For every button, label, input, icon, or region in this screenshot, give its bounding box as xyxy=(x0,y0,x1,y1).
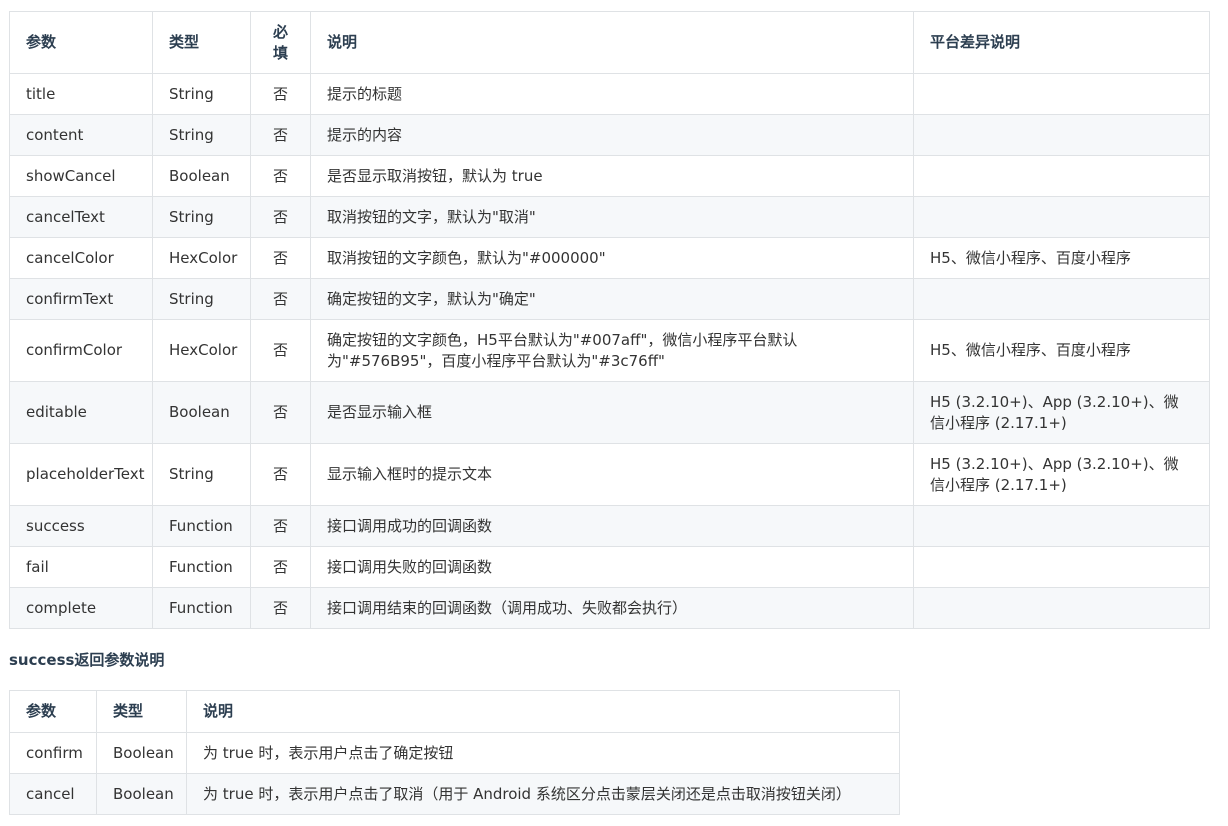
param-type-cell: Boolean xyxy=(152,155,251,197)
table-row: editable Boolean 否是否显示输入框 H5 (3.2.10+)、App … xyxy=(9,381,1210,444)
param-type-cell: Boolean xyxy=(152,381,251,444)
param-required-cell: 否 xyxy=(250,505,311,547)
param-platform-cell: H5 (3.2.10+)、App (3.2.10+)、微信小程序 (2.17.1… xyxy=(913,443,1210,506)
param-name-cell: fail xyxy=(9,546,153,588)
param-platform-cell xyxy=(913,278,1210,320)
param-type-cell: String xyxy=(152,443,251,506)
param-name-cell: cancelColor xyxy=(9,237,153,279)
param-desc-cell: 接口调用失败的回调函数 xyxy=(310,546,914,588)
param-name-cell: confirmText xyxy=(9,278,153,320)
param-desc-cell: 接口调用成功的回调函数 xyxy=(310,505,914,547)
param-platform-cell: H5、微信小程序、百度小程序 xyxy=(913,319,1210,382)
param-platform-cell: H5 (3.2.10+)、App (3.2.10+)、微信小程序 (2.17.1… xyxy=(913,381,1210,444)
param-platform-cell xyxy=(913,587,1210,629)
param-platform-cell xyxy=(913,546,1210,588)
param-desc-cell: 取消按钮的文字，默认为"取消" xyxy=(310,196,914,238)
table-row: cancelText String 否取消按钮的文字，默认为"取消" xyxy=(9,196,1210,238)
param-required-cell: 否 xyxy=(250,278,311,320)
param-desc-cell: 是否显示取消按钮，默认为 true xyxy=(310,155,914,197)
param-required-cell: 否 xyxy=(250,73,311,115)
param-type-cell: String xyxy=(152,196,251,238)
param-desc-cell: 为 true 时，表示用户点击了确定按钮 xyxy=(186,732,900,774)
param-name-cell: confirm xyxy=(9,732,97,774)
param-platform-cell xyxy=(913,155,1210,197)
table-row: confirmColor HexColor 否确定按钮的文字颜色，H5平台默认为"#… xyxy=(9,319,1210,382)
header-cell: 说明 xyxy=(310,11,914,74)
param-required-cell: 否 xyxy=(250,319,311,382)
param-required-cell: 否 xyxy=(250,155,311,197)
params-table: 参数 类型 必 填 说明 平台差异说明 title String 否提示的标题 con… xyxy=(9,11,1210,629)
param-desc-cell: 提示的内容 xyxy=(310,114,914,156)
header-cell: 参数 xyxy=(9,690,97,733)
table-row: title String 否提示的标题 xyxy=(9,73,1210,115)
table-row: content String 否提示的内容 xyxy=(9,114,1210,156)
table-row: confirm Boolean 为 true 时，表示用户点击了确定按钮 xyxy=(9,732,900,774)
param-name-cell: editable xyxy=(9,381,153,444)
param-required-cell: 否 xyxy=(250,443,311,506)
param-type-cell: HexColor xyxy=(152,237,251,279)
param-type-cell: String xyxy=(152,278,251,320)
param-desc-cell: 显示输入框时的提示文本 xyxy=(310,443,914,506)
param-name-cell: success xyxy=(9,505,153,547)
table-row: cancel Boolean 为 true 时，表示用户点击了取消（用于 Andro… xyxy=(9,773,900,815)
header-cell: 类型 xyxy=(96,690,187,733)
param-platform-cell xyxy=(913,73,1210,115)
header-cell: 参数 xyxy=(9,11,153,74)
param-required-cell: 否 xyxy=(250,587,311,629)
param-type-cell: Boolean xyxy=(96,773,187,815)
param-desc-cell: 为 true 时，表示用户点击了取消（用于 Android 系统区分点击蒙层关闭… xyxy=(186,773,900,815)
table-row: fail Function 否接口调用失败的回调函数 xyxy=(9,546,1210,588)
param-desc-cell: 确定按钮的文字，默认为"确定" xyxy=(310,278,914,320)
param-platform-cell xyxy=(913,196,1210,238)
param-name-cell: cancelText xyxy=(9,196,153,238)
param-required-cell: 否 xyxy=(250,114,311,156)
param-desc-cell: 确定按钮的文字颜色，H5平台默认为"#007aff"，微信小程序平台默认为"#5… xyxy=(310,319,914,382)
success-params-table: 参数 类型 说明 confirm Boolean 为 true 时，表示用户点击了确… xyxy=(9,690,900,815)
param-name-cell: showCancel xyxy=(9,155,153,197)
table-row: showCancel Boolean 否是否显示取消按钮，默认为 true xyxy=(9,155,1210,197)
param-name-cell: placeholderText xyxy=(9,443,153,506)
param-desc-cell: 接口调用结束的回调函数（调用成功、失败都会执行） xyxy=(310,587,914,629)
param-type-cell: Function xyxy=(152,546,251,588)
param-type-cell: String xyxy=(152,114,251,156)
header-cell: 必 填 xyxy=(250,11,311,74)
section-heading: success返回参数说明 xyxy=(9,651,165,669)
param-name-cell: complete xyxy=(9,587,153,629)
table-row: cancelColor HexColor 否取消按钮的文字颜色，默认为"#00000… xyxy=(9,237,1210,279)
param-name-cell: confirmColor xyxy=(9,319,153,382)
param-required-cell: 否 xyxy=(250,196,311,238)
param-name-cell: content xyxy=(9,114,153,156)
param-name-cell: title xyxy=(9,73,153,115)
table-row: placeholderText String 否显示输入框时的提示文本 H5 (3.2… xyxy=(9,443,1210,506)
param-desc-cell: 取消按钮的文字颜色，默认为"#000000" xyxy=(310,237,914,279)
param-required-cell: 否 xyxy=(250,546,311,588)
param-type-cell: Boolean xyxy=(96,732,187,774)
param-type-cell: Function xyxy=(152,587,251,629)
header-cell: 平台差异说明 xyxy=(913,11,1210,74)
param-required-cell: 否 xyxy=(250,237,311,279)
table-row: complete Function 否接口调用结束的回调函数（调用成功、失败都会执行… xyxy=(9,587,1210,629)
header-cell: 说明 xyxy=(186,690,900,733)
param-required-cell: 否 xyxy=(250,381,311,444)
table-header-row: 参数 类型 说明 xyxy=(9,690,900,733)
param-platform-cell xyxy=(913,114,1210,156)
table-row: success Function 否接口调用成功的回调函数 xyxy=(9,505,1210,547)
header-cell: 类型 xyxy=(152,11,251,74)
param-name-cell: cancel xyxy=(9,773,97,815)
param-type-cell: String xyxy=(152,73,251,115)
table-row: confirmText String 否确定按钮的文字，默认为"确定" xyxy=(9,278,1210,320)
table-header-row: 参数 类型 必 填 说明 平台差异说明 xyxy=(9,11,1210,74)
param-platform-cell: H5、微信小程序、百度小程序 xyxy=(913,237,1210,279)
param-platform-cell xyxy=(913,505,1210,547)
param-type-cell: Function xyxy=(152,505,251,547)
param-desc-cell: 提示的标题 xyxy=(310,73,914,115)
param-desc-cell: 是否显示输入框 xyxy=(310,381,914,444)
param-type-cell: HexColor xyxy=(152,319,251,382)
